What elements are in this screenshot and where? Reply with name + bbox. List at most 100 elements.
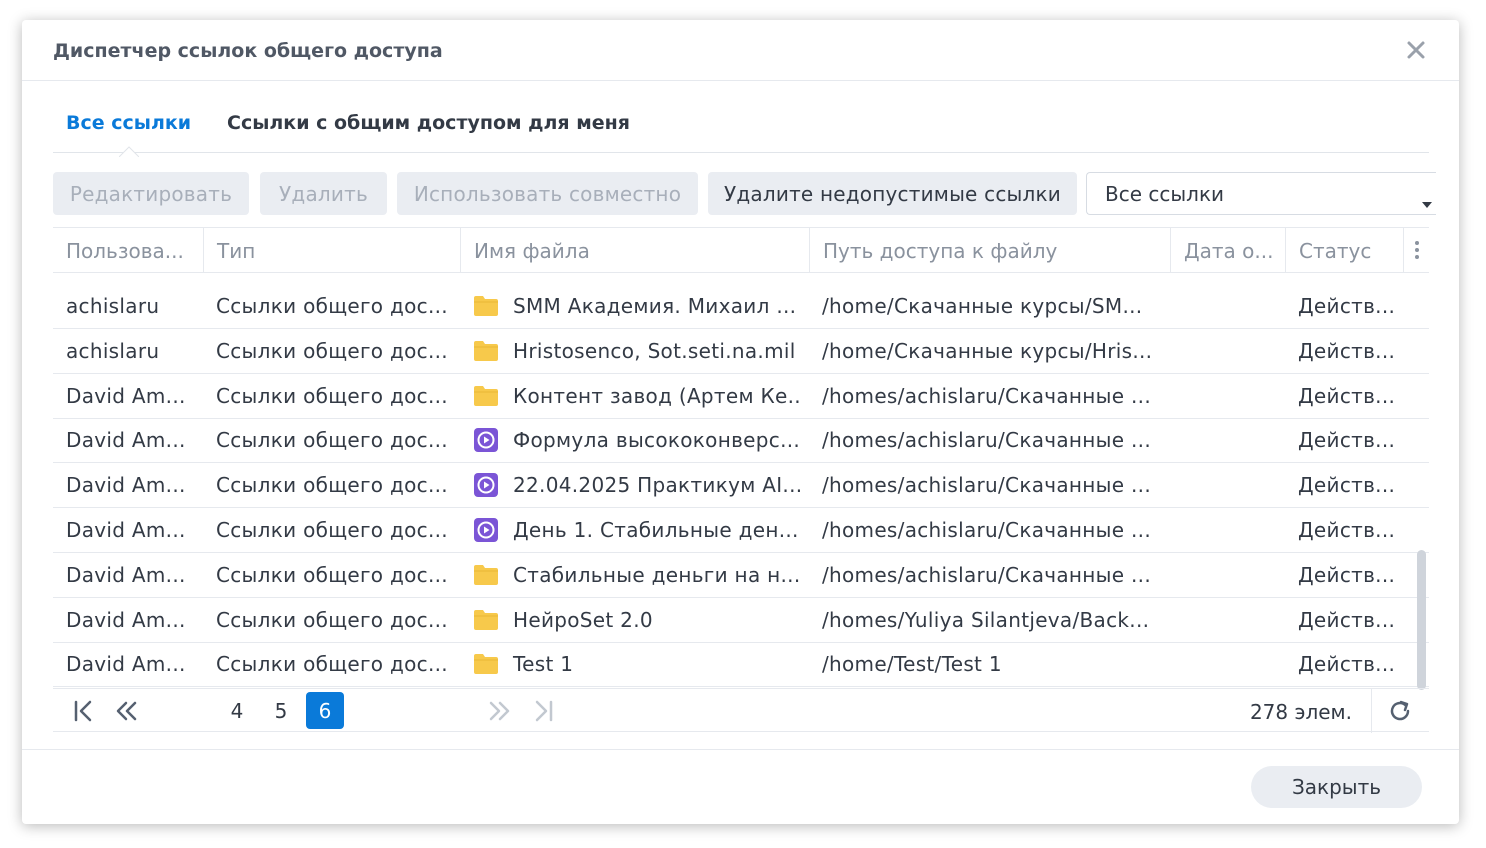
close-button[interactable]: Закрыть: [1251, 766, 1422, 808]
cell-user: achislaru: [66, 329, 196, 373]
cell-user: David Am...: [66, 463, 196, 507]
page-button-4[interactable]: 4: [218, 692, 256, 729]
cell-status-text: Действ...: [1298, 428, 1396, 453]
cell-status: Действ...: [1298, 284, 1398, 328]
cell-type: Ссылки общего дос...: [216, 463, 451, 507]
cell-path: /home/Test/Test 1: [822, 642, 1164, 686]
column-header-user[interactable]: Пользова...: [53, 228, 203, 273]
cell-path-text: /homes/achislaru/Скачанные ...: [822, 428, 1151, 453]
cell-filename: Test 1: [473, 642, 803, 686]
folder-icon: [473, 383, 499, 409]
column-header-path[interactable]: Путь доступа к файлу: [809, 228, 1170, 273]
first-page-icon[interactable]: [69, 697, 99, 725]
refresh-icon[interactable]: [1371, 689, 1429, 733]
cell-path: /homes/Yuliya Silantjeva/Back...: [822, 598, 1164, 642]
cell-user-text: David Am...: [66, 652, 186, 677]
table-scrollbar[interactable]: [1417, 550, 1426, 690]
cell-type-text: Ссылки общего дос...: [216, 338, 448, 363]
cell-status: Действ...: [1298, 642, 1398, 686]
column-header-date[interactable]: Дата о...: [1170, 228, 1285, 273]
cell-filename-text: SMM Академия. Михаил ...: [513, 294, 797, 318]
pagination-bar: 4 5 6 278 элем.: [53, 688, 1429, 733]
tab-bar: Все ссылки Ссылки с общим доступом для м…: [53, 81, 1429, 158]
share-button[interactable]: Использовать совместно: [397, 172, 698, 215]
cell-type: Ссылки общего дос...: [216, 418, 451, 462]
table-row[interactable]: David Am... Ссылки общего дос... 22.04.202…: [53, 463, 1429, 509]
cell-filename: Hristosenco, Sot.seti.na.mil: [473, 329, 803, 373]
cell-user: David Am...: [66, 418, 196, 462]
toolbar: Редактировать Удалить Использовать совме…: [53, 172, 1436, 215]
cell-user: David Am...: [66, 642, 196, 686]
cell-date: [1183, 463, 1283, 507]
cell-path-text: /homes/achislaru/Скачанные ...: [822, 518, 1151, 542]
cell-status-text: Действ...: [1298, 383, 1396, 408]
cell-path: /home/Скачанные курсы/Hris...: [822, 329, 1164, 373]
page-button-5[interactable]: 5: [262, 692, 300, 729]
cell-filename: Стабильные деньги на н...: [473, 553, 803, 597]
folder-icon: [473, 293, 499, 319]
cell-status-text: Действ...: [1298, 562, 1396, 587]
cell-filename: Формула высококонверс...: [473, 418, 803, 462]
table-row[interactable]: David Am... Ссылки общего дос... Контент з…: [53, 374, 1429, 419]
cell-filename-text: Контент завод (Артем Ке...: [513, 383, 803, 408]
cell-filename: НейроSet 2.0: [473, 598, 803, 642]
cell-filename: SMM Академия. Михаил ...: [473, 284, 803, 328]
cell-path: /homes/achislaru/Скачанные ...: [822, 418, 1164, 462]
previous-page-icon[interactable]: [111, 697, 141, 725]
cell-user-text: David Am...: [66, 518, 186, 542]
cell-path-text: /home/Test/Test 1: [822, 652, 1002, 677]
table-row[interactable]: David Am... Ссылки общего дос... День 1. С…: [53, 508, 1429, 553]
table-row[interactable]: David Am... Ссылки общего дос... НейроSet …: [53, 598, 1429, 643]
cell-type: Ссылки общего дос...: [216, 284, 451, 328]
table-header: Пользова... Тип Имя файла Путь доступа к…: [53, 228, 1429, 273]
folder-icon: [473, 607, 499, 633]
close-icon[interactable]: [1403, 37, 1429, 63]
cell-path-text: /home/Скачанные курсы/SM...: [822, 294, 1143, 318]
cell-status: Действ...: [1298, 553, 1398, 597]
next-page-icon[interactable]: [485, 697, 515, 725]
cell-type-text: Ссылки общего дос...: [216, 383, 448, 408]
chevron-down-icon: [1422, 190, 1432, 208]
column-header-type[interactable]: Тип: [203, 228, 460, 273]
cell-filename-text: День 1. Стабильные ден...: [513, 518, 799, 542]
last-page-icon[interactable]: [528, 697, 558, 725]
column-menu-icon[interactable]: [1403, 228, 1429, 273]
cell-filename-text: Стабильные деньги на н...: [513, 562, 801, 587]
cell-path: /home/Скачанные курсы/SM...: [822, 284, 1164, 328]
cell-user: David Am...: [66, 374, 196, 418]
table-row[interactable]: achislaru Ссылки общего дос... Hristosenco…: [53, 329, 1429, 374]
cell-type-text: Ссылки общего дос...: [216, 473, 448, 498]
edit-button[interactable]: Редактировать: [53, 172, 249, 215]
tab-shared-with-me[interactable]: Ссылки с общим доступом для меня: [227, 112, 630, 134]
cell-status-text: Действ...: [1298, 473, 1396, 498]
cell-filename-text: Hristosenco, Sot.seti.na.mil: [513, 338, 796, 363]
table-row[interactable]: David Am... Ссылки общего дос... Стабильны…: [53, 553, 1429, 598]
cell-status: Действ...: [1298, 508, 1398, 552]
cell-date: [1183, 374, 1283, 418]
cell-type: Ссылки общего дос...: [216, 508, 451, 552]
column-header-status[interactable]: Статус: [1285, 228, 1403, 273]
cell-filename-text: Формула высококонверс...: [513, 428, 801, 453]
cell-path-text: /homes/Yuliya Silantjeva/Back...: [822, 607, 1150, 632]
table-row[interactable]: David Am... Ссылки общего дос... Формула в…: [53, 418, 1429, 464]
link-filter-value: Все ссылки: [1105, 181, 1225, 206]
cell-status-text: Действ...: [1298, 652, 1396, 677]
column-header-filename[interactable]: Имя файла: [460, 228, 809, 273]
cell-type-text: Ссылки общего дос...: [216, 428, 448, 453]
remove-invalid-links-button[interactable]: Удалите недопустимые ссылки: [708, 172, 1077, 215]
delete-button[interactable]: Удалить: [260, 172, 387, 215]
table-row[interactable]: achislaru Ссылки общего дос... SMM Академи…: [53, 284, 1429, 329]
cell-status: Действ...: [1298, 598, 1398, 642]
video-icon: [473, 472, 499, 498]
cell-type-text: Ссылки общего дос...: [216, 607, 448, 632]
page-button-6[interactable]: 6: [306, 692, 344, 729]
link-filter-select[interactable]: Все ссылки: [1086, 172, 1436, 215]
cell-user-text: David Am...: [66, 607, 186, 632]
table-row[interactable]: David Am... Ссылки общего дос... Test 1/ho…: [53, 642, 1429, 687]
folder-icon: [473, 562, 499, 588]
tab-all-links[interactable]: Все ссылки: [66, 112, 191, 134]
cell-filename: День 1. Стабильные ден...: [473, 508, 803, 552]
cell-user: David Am...: [66, 598, 196, 642]
cell-type: Ссылки общего дос...: [216, 553, 451, 597]
cell-status: Действ...: [1298, 329, 1398, 373]
